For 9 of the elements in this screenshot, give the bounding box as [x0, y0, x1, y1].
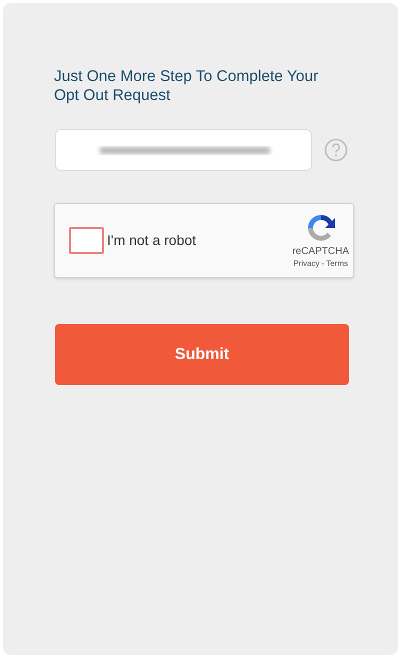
link-separator: -	[322, 258, 324, 270]
captcha-brand: reCAPTCHA	[292, 246, 349, 258]
privacy-link[interactable]: Privacy	[293, 258, 320, 270]
captcha-checkbox[interactable]	[69, 227, 104, 254]
terms-link[interactable]: Terms	[326, 258, 348, 270]
heading: Just One More Step To Complete Your Opt Out Request	[54, 67, 320, 105]
captcha-label: I'm not a robot	[107, 231, 196, 250]
help-icon[interactable]	[324, 138, 348, 162]
email-field[interactable]	[55, 129, 312, 171]
